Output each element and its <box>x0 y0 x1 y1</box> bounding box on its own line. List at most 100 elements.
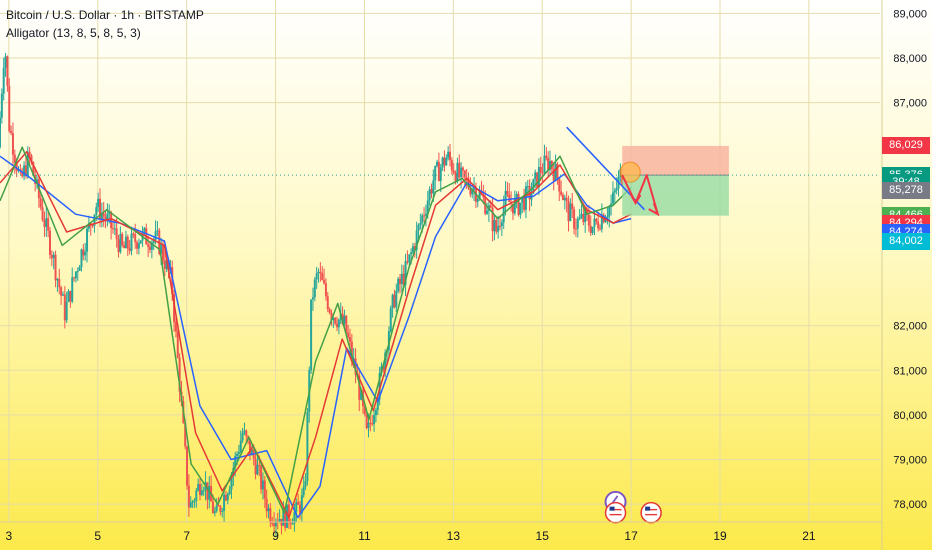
candle-body <box>445 157 448 166</box>
candle-body <box>463 170 466 178</box>
candle-body <box>319 271 322 274</box>
candle-body <box>539 166 542 173</box>
candle-body <box>569 203 572 222</box>
y-tick-label: 81,000 <box>893 365 927 377</box>
candle-body <box>367 422 370 429</box>
candle-body <box>311 297 314 300</box>
candle-body <box>565 197 568 202</box>
candle-body <box>499 225 501 227</box>
candle-body <box>306 411 309 481</box>
candle-body <box>8 85 11 132</box>
candle-body <box>54 254 57 281</box>
candle-body <box>573 209 576 229</box>
candle-body <box>452 170 455 173</box>
candle-body <box>563 197 566 201</box>
candle-body <box>391 294 394 309</box>
candle-body <box>74 271 77 279</box>
candle-body <box>545 155 548 158</box>
candle-body <box>313 279 316 298</box>
candle-body <box>243 430 246 433</box>
candle-body <box>119 234 122 253</box>
candle-body <box>534 172 537 180</box>
candle-body <box>0 93 3 118</box>
candle-body <box>237 452 240 455</box>
candle-body <box>476 198 479 202</box>
chart-canvas[interactable]: 89,000 88,000 87,000 82,000 81,000 80,000 79,0… <box>0 0 932 550</box>
x-tick-label: 5 <box>94 529 101 543</box>
candle-body <box>124 236 127 249</box>
candle-body <box>189 502 192 508</box>
candle-body <box>504 190 507 206</box>
candle-body <box>215 505 218 512</box>
candle-body <box>58 278 61 288</box>
candle-body <box>578 217 581 220</box>
candle-body <box>191 501 194 503</box>
candle-body <box>599 228 601 230</box>
y-tick-label: 80,000 <box>893 410 927 422</box>
x-tick-label: 3 <box>6 529 13 543</box>
candle-body <box>337 319 340 328</box>
candle-body <box>582 213 585 223</box>
candle-body <box>310 299 313 371</box>
candle-body <box>541 172 544 174</box>
candle-body <box>611 192 614 204</box>
candle-body <box>489 205 492 208</box>
candle-body <box>217 505 220 507</box>
candle-body <box>441 157 444 168</box>
candle-body <box>258 464 261 466</box>
candle-body <box>574 228 577 230</box>
candle-body <box>447 151 450 158</box>
candle-body <box>197 484 200 491</box>
candle-body <box>543 155 546 173</box>
candle-body <box>123 244 126 249</box>
y-tick-label: 82,000 <box>893 321 927 333</box>
candle-body <box>45 218 48 227</box>
candle-body <box>428 189 431 201</box>
candle-body <box>591 226 594 234</box>
candle-body <box>78 266 81 271</box>
y-tick-label: 78,000 <box>893 499 927 511</box>
us-flag-canton <box>609 506 615 511</box>
candle-body <box>102 213 105 217</box>
candle-body <box>213 511 216 514</box>
candle-body <box>336 323 339 328</box>
candle-body <box>228 489 231 495</box>
candle-body <box>130 233 133 251</box>
candle-body <box>256 464 259 475</box>
candle-body <box>195 490 198 501</box>
candle-body <box>554 163 557 181</box>
indicator-legend[interactable]: Alligator (13, 8, 5, 8, 5, 3) <box>6 26 141 40</box>
chart-root[interactable]: 89,000 88,000 87,000 82,000 81,000 80,000 79,0… <box>0 0 932 550</box>
candle-body <box>324 283 327 297</box>
candle-body <box>449 151 451 161</box>
y-tick-label: 89,000 <box>893 8 927 20</box>
candle-body <box>149 247 151 250</box>
price-label: 84,002 <box>882 232 930 250</box>
candle-body <box>419 222 422 225</box>
x-tick-label: 21 <box>802 529 816 543</box>
candle-body <box>174 322 177 332</box>
candle-body <box>461 167 464 171</box>
candle-body <box>126 236 129 249</box>
candle-body <box>73 277 76 279</box>
candle-body <box>495 220 498 232</box>
candle-body <box>67 291 70 302</box>
candle-body <box>82 249 85 256</box>
candle-body <box>343 315 346 324</box>
candle-body <box>436 161 439 166</box>
candle-body <box>323 280 326 284</box>
candle-body <box>269 508 272 523</box>
candle-body <box>458 162 461 178</box>
candle-body <box>117 239 120 253</box>
candle-body <box>65 301 68 321</box>
candle-body <box>97 198 100 208</box>
candle-body <box>254 458 257 475</box>
candle-body <box>295 501 298 513</box>
candle-body <box>6 56 9 86</box>
chart-title[interactable]: Bitcoin / U.S. Dollar · 1h · BITSTAMP <box>6 8 204 22</box>
candle-body <box>519 202 522 215</box>
candle-body <box>43 220 46 227</box>
candle-body <box>374 410 377 416</box>
candle-body <box>408 254 411 263</box>
candle-body <box>56 278 59 281</box>
